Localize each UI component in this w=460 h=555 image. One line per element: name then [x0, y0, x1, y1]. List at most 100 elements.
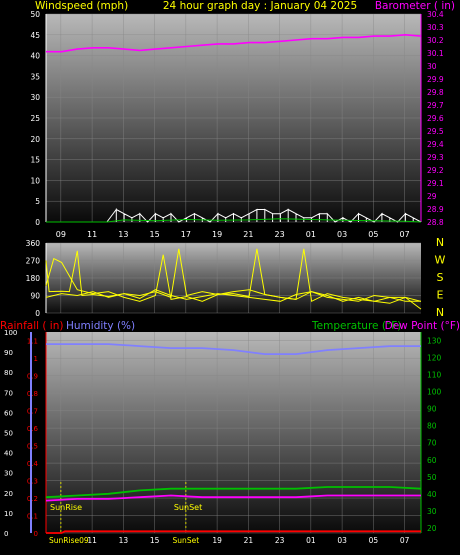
x-tick-label: 15	[150, 536, 160, 545]
x-tick-label: 15	[150, 230, 160, 239]
barometer-tick-label: 29.1	[427, 179, 444, 188]
x-tick-label: 23	[275, 230, 285, 239]
rain-tick-label: 0.8	[27, 390, 38, 398]
x-tick-label: 03	[337, 230, 347, 239]
barometer-tick-label: 29.4	[427, 140, 444, 149]
wind-tick-label: 20	[30, 135, 40, 144]
barometer-tick-label: 30	[427, 62, 437, 71]
x-tick-label: 03	[337, 536, 347, 545]
rain-tick-label: 0.9	[27, 373, 38, 381]
x-tick-label: 11	[87, 536, 97, 545]
wind-tick-label: 40	[30, 52, 40, 61]
humidity-tick-label: 20	[4, 490, 13, 498]
direction-tick-label: 270	[26, 257, 41, 266]
temperature-tick-label: 110	[427, 371, 442, 380]
compass-label: S	[437, 271, 444, 284]
x-tick-label: 01	[306, 536, 316, 545]
compass-label: E	[437, 289, 444, 302]
barometer-tick-label: 29.3	[427, 153, 444, 162]
direction-tick-label: 0	[35, 309, 40, 318]
sunset-label: SunSet	[174, 503, 202, 512]
wind-tick-label: 5	[35, 197, 40, 206]
barometer-tick-label: 28.9	[427, 205, 444, 214]
chart-title: 24 hour graph day : January 04 2025	[163, 0, 357, 12]
wind-tick-label: 45	[30, 31, 40, 40]
windspeed-axis-title: Windspeed (mph)	[35, 0, 128, 12]
humidity-axis-title: Humidity (%)	[66, 320, 135, 332]
weather-graph: Windspeed (mph) 24 hour graph day : Janu…	[0, 0, 460, 545]
x-tick-label: 19	[212, 536, 222, 545]
x-tick-label: 09	[56, 230, 66, 239]
compass-label: N	[436, 236, 444, 249]
humidity-tick-label: 100	[4, 329, 17, 337]
x-tick-label: 13	[118, 230, 128, 239]
temperature-tick-label: 50	[427, 473, 437, 482]
humidity-tick-label: 70	[4, 389, 13, 397]
temperature-tick-label: 80	[427, 422, 437, 431]
temperature-tick-label: 120	[427, 354, 442, 363]
barometer-tick-label: 28.8	[427, 218, 444, 227]
humidity-tick-label: 60	[4, 409, 13, 417]
rain-tick-label: 1.1	[27, 338, 38, 346]
humidity-tick-label: 30	[4, 470, 13, 478]
wind-tick-label: 35	[30, 72, 40, 81]
temperature-tick-label: 60	[427, 456, 437, 465]
x-tick-label: 07	[400, 536, 410, 545]
barometer-tick-label: 29.7	[427, 101, 444, 110]
barometer-tick-label: 29.2	[427, 166, 444, 175]
wind-tick-label: 15	[30, 156, 40, 165]
temperature-tick-label: 90	[427, 405, 437, 414]
humidity-plot-area	[46, 332, 421, 533]
direction-tick-label: 90	[30, 292, 40, 301]
x-tick-label: 21	[243, 230, 253, 239]
temperature-tick-label: 70	[427, 439, 437, 448]
wind-tick-label: 25	[30, 114, 40, 123]
rain-tick-label: 1	[34, 355, 38, 363]
compass-label: W	[435, 254, 446, 267]
humidity-tick-label: 80	[4, 369, 13, 377]
x-tick-label: 21	[244, 536, 254, 545]
x-tick-label: 05	[369, 536, 379, 545]
x-tick-label: 05	[368, 230, 378, 239]
wind-tick-label: 10	[30, 176, 40, 185]
barometer-tick-label: 29.6	[427, 114, 444, 123]
x-tick-label: 13	[119, 536, 129, 545]
direction-tick-label: 180	[26, 274, 41, 283]
x-tick-label: SunSet	[173, 536, 200, 545]
x-tick-label: 11	[87, 230, 97, 239]
sunrise-label: SunRise	[50, 503, 82, 512]
x-tick-label: 01	[306, 230, 316, 239]
temperature-tick-label: 20	[427, 524, 437, 533]
rain-tick-label: 0.5	[27, 443, 38, 451]
barometer-tick-label: 29.5	[427, 127, 444, 136]
direction-tick-label: 360	[26, 239, 41, 248]
x-tick-label: 07	[400, 230, 410, 239]
wind-tick-label: 0	[35, 218, 40, 227]
compass-label: N	[436, 306, 444, 319]
x-tick-label: 17	[181, 230, 191, 239]
humidity-tick-label: 40	[4, 450, 13, 458]
temperature-tick-label: 30	[427, 507, 437, 516]
x-tick-label: 23	[275, 536, 285, 545]
humidity-tick-label: 90	[4, 349, 13, 357]
humidity-tick-label: 50	[4, 430, 13, 438]
barometer-tick-label: 29.8	[427, 88, 444, 97]
rain-tick-label: 0	[34, 530, 38, 538]
x-tick-label: 19	[212, 230, 222, 239]
wind-tick-label: 50	[30, 10, 40, 19]
x-tick-label: SunRise09	[49, 536, 89, 545]
barometer-tick-label: 29.9	[427, 75, 444, 84]
barometer-tick-label: 30.1	[427, 49, 444, 58]
dewpoint-axis-title: Dew Point (°F)	[385, 320, 460, 332]
rain-tick-label: 0.2	[27, 495, 38, 503]
barometer-tick-label: 29	[427, 192, 437, 201]
rain-tick-label: 0.6	[27, 425, 39, 433]
humidity-tick-label: 0	[4, 530, 8, 538]
humidity-tick-label: 10	[4, 510, 13, 518]
rain-tick-label: 0.3	[27, 478, 38, 486]
barometer-tick-label: 30.4	[427, 10, 444, 19]
barometer-tick-label: 30.2	[427, 36, 444, 45]
barometer-tick-label: 30.3	[427, 23, 444, 32]
rain-tick-label: 0.7	[27, 408, 38, 416]
temperature-tick-label: 130	[427, 337, 442, 346]
